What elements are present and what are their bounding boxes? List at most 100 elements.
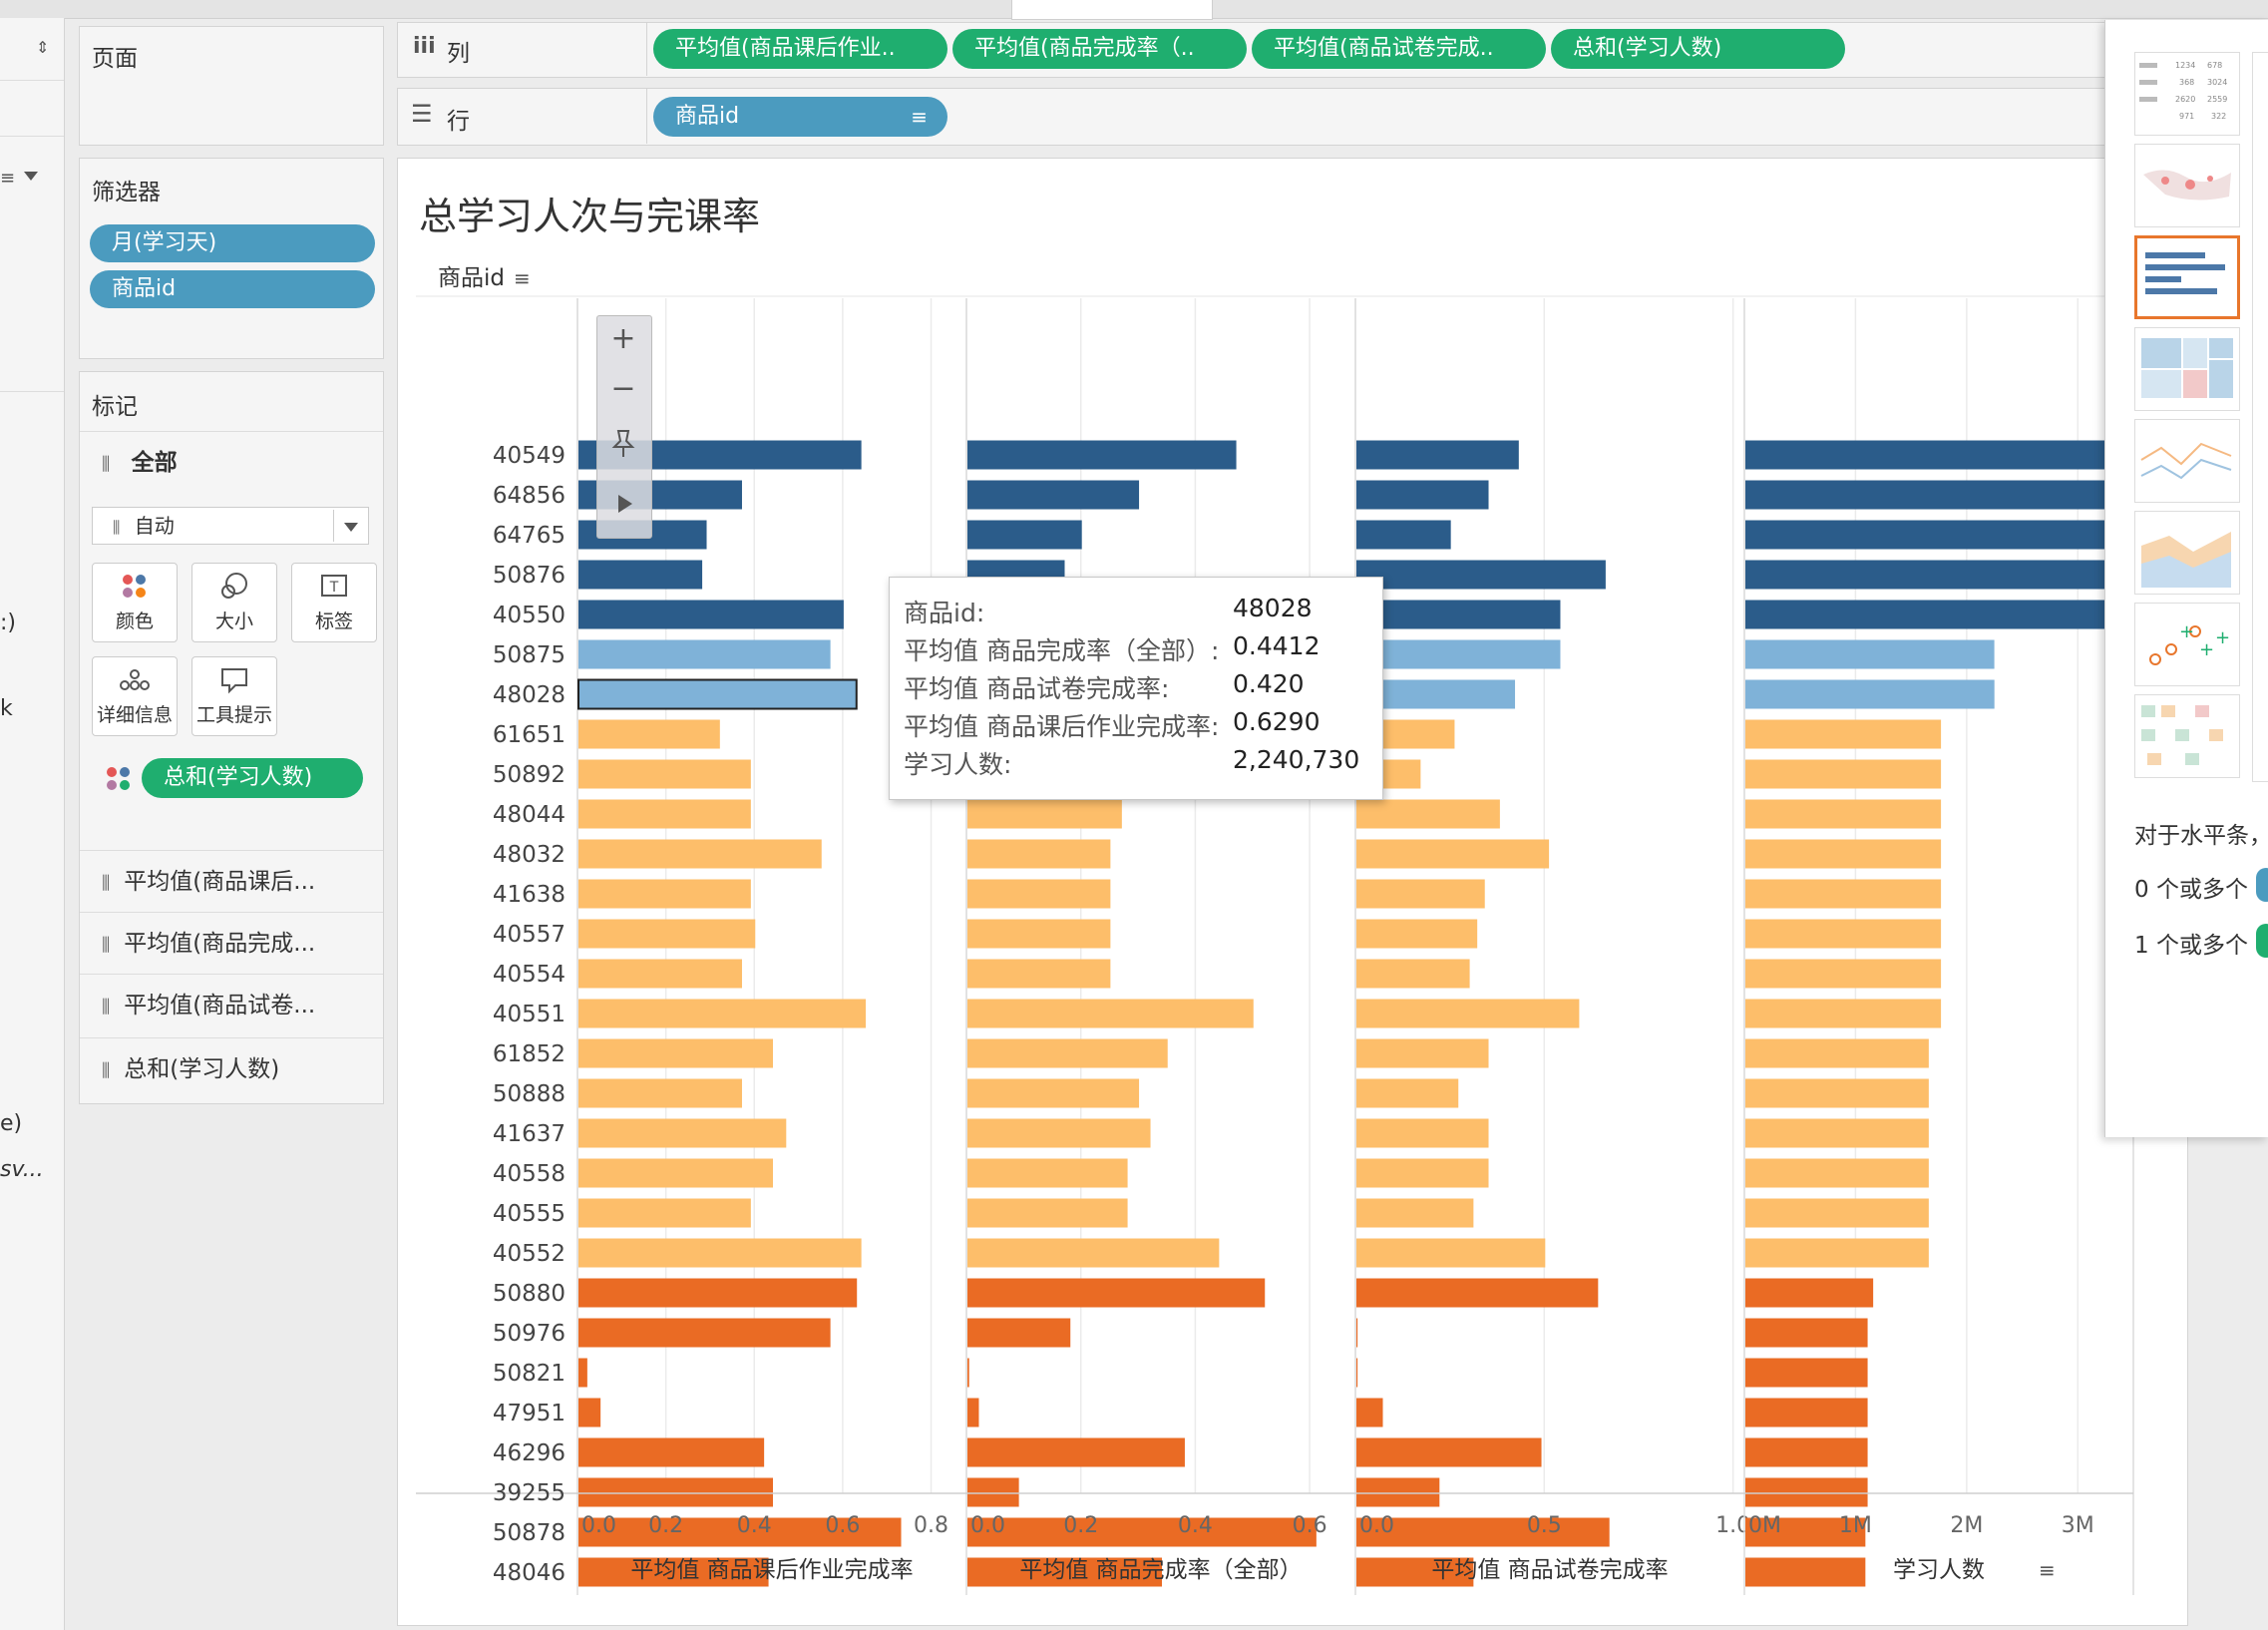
list-icon[interactable]: ≡ (0, 168, 15, 189)
color-field-pill[interactable]: 总和(学习人数) (142, 758, 363, 798)
bar[interactable] (1356, 1118, 1489, 1148)
zoom-in-icon[interactable]: + (606, 321, 640, 361)
bar[interactable] (1356, 1517, 1610, 1547)
sort-icon[interactable]: ≡ (514, 266, 531, 290)
bar[interactable] (578, 959, 742, 989)
bar[interactable] (1356, 1158, 1489, 1188)
bar[interactable] (578, 719, 720, 749)
bar[interactable] (1356, 1477, 1440, 1507)
measure-row[interactable]: ⫼ 平均值(商品试卷... (80, 974, 383, 1036)
bar[interactable] (967, 480, 1140, 510)
bar[interactable] (578, 1118, 787, 1148)
bar[interactable] (967, 959, 1111, 989)
bar[interactable] (1356, 480, 1489, 510)
bar[interactable] (1745, 719, 1942, 749)
bar[interactable] (967, 520, 1082, 550)
bar[interactable] (1745, 999, 1942, 1028)
bar[interactable] (1745, 1398, 1868, 1427)
bar[interactable] (1745, 1038, 1929, 1068)
color-card[interactable]: 颜色 (92, 563, 178, 642)
updown-arrows-icon[interactable]: ⇕ (36, 38, 49, 57)
bar[interactable] (967, 1358, 969, 1388)
bar[interactable] (1745, 520, 2112, 550)
bar[interactable] (1745, 759, 1942, 789)
bar[interactable] (1745, 480, 2112, 510)
dropdown-arrow-icon[interactable] (24, 172, 38, 181)
play-arrow-icon[interactable] (618, 495, 632, 513)
bar[interactable] (1356, 1318, 1358, 1348)
column-pill-exam[interactable]: 平均值(商品试卷完成.. (1252, 29, 1546, 69)
bar[interactable] (578, 799, 751, 829)
bar[interactable] (967, 919, 1111, 949)
label-card[interactable]: T 标签 (291, 563, 377, 642)
column-pill-homework[interactable]: 平均值(商品课后作业.. (653, 29, 947, 69)
bar[interactable] (1356, 799, 1500, 829)
scatter-thumbnail[interactable]: + + + (2134, 603, 2240, 686)
column-pill-learners[interactable]: 总和(学习人数) (1551, 29, 1845, 69)
bar[interactable] (1745, 1477, 1868, 1507)
bar[interactable] (578, 759, 751, 789)
map-thumbnail[interactable] (2134, 144, 2240, 227)
marks-all-row[interactable]: ⫼ 全部 (80, 431, 383, 494)
filter-pill-month[interactable]: 月(学习天) (90, 224, 375, 262)
column-pill-completion[interactable]: 平均值(商品完成率（.. (952, 29, 1247, 69)
bar[interactable] (1745, 440, 2112, 470)
mark-type-dropdown[interactable]: ⫼ 自动 (92, 507, 369, 545)
bar[interactable] (1356, 639, 1561, 669)
bar[interactable] (967, 1477, 1019, 1507)
bar[interactable] (1356, 839, 1550, 869)
row-pill-product-id[interactable]: 商品id ≡ (653, 97, 947, 137)
bar[interactable] (1745, 600, 2112, 629)
bar[interactable] (1745, 1078, 1929, 1108)
detail-card[interactable]: 详细信息 (92, 656, 178, 736)
bar[interactable] (967, 1078, 1140, 1108)
bar[interactable] (1356, 560, 1606, 590)
text-table-thumbnail[interactable]: 1234 678 368 3024 2620 2559 971 322 (2134, 52, 2240, 136)
measure-row[interactable]: ⫼ 平均值(商品完成... (80, 912, 383, 975)
bar[interactable] (1356, 520, 1451, 550)
horizontal-bars-thumbnail[interactable] (2134, 235, 2240, 319)
bar[interactable] (1745, 679, 1995, 709)
bar[interactable] (1745, 1198, 1929, 1228)
bar[interactable] (967, 1398, 979, 1427)
line-chart-thumbnail[interactable] (2134, 419, 2240, 503)
bar[interactable] (1356, 600, 1561, 629)
measure-row[interactable]: ⫼ 总和(学习人数) (80, 1037, 383, 1100)
bar[interactable] (1745, 1557, 1866, 1587)
thumbnail-column-edge[interactable] (2252, 52, 2268, 782)
bar[interactable] (578, 879, 751, 909)
bar[interactable] (1356, 1437, 1542, 1467)
bar[interactable] (967, 799, 1122, 829)
bar[interactable] (1356, 440, 1519, 470)
bar[interactable] (1356, 919, 1478, 949)
bar[interactable] (577, 678, 858, 710)
pin-icon[interactable] (606, 423, 640, 463)
bar[interactable] (578, 1437, 765, 1467)
bar[interactable] (967, 1118, 1151, 1148)
treemap-thumbnail[interactable] (2134, 327, 2240, 411)
bar[interactable] (578, 1238, 862, 1268)
bar[interactable] (1745, 1358, 1868, 1388)
bar[interactable] (1356, 959, 1470, 989)
bar[interactable] (1745, 959, 1942, 989)
bar[interactable] (1356, 1358, 1358, 1388)
bar[interactable] (578, 1318, 831, 1348)
bar[interactable] (1745, 799, 1942, 829)
bar[interactable] (578, 1198, 751, 1228)
sort-icon[interactable]: ≡ (2039, 1558, 2056, 1582)
bar[interactable] (1745, 1437, 1868, 1467)
bar[interactable] (1745, 1158, 1929, 1188)
bar[interactable] (967, 440, 1237, 470)
bar[interactable] (1745, 560, 2112, 590)
bar[interactable] (578, 1278, 858, 1308)
bar[interactable] (967, 1318, 1071, 1348)
tooltip-card[interactable]: 工具提示 (191, 656, 277, 736)
bar[interactable] (1356, 999, 1580, 1028)
bar[interactable] (967, 879, 1111, 909)
bar[interactable] (967, 1238, 1220, 1268)
bar[interactable] (578, 919, 756, 949)
bar[interactable] (967, 839, 1111, 869)
bar[interactable] (967, 1038, 1168, 1068)
bar[interactable] (1745, 1118, 1929, 1148)
bar[interactable] (578, 1358, 587, 1388)
